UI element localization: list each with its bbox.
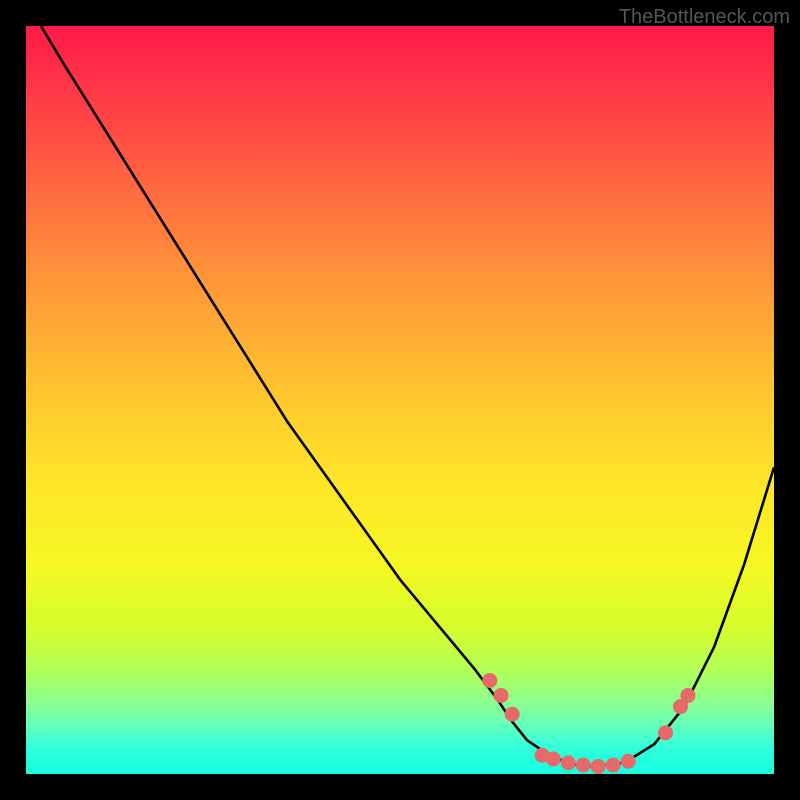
scatter-point	[680, 688, 695, 703]
scatter-point	[606, 758, 621, 773]
scatter-point	[576, 758, 591, 773]
scatter-point	[621, 754, 636, 769]
scatter-point	[591, 759, 606, 774]
scatter-point	[493, 688, 508, 703]
plot-area	[26, 26, 774, 774]
scatter-point	[505, 707, 520, 722]
scatter-point	[546, 752, 561, 767]
scatter-point	[482, 673, 497, 688]
scatter-point	[658, 725, 673, 740]
watermark-text: TheBottleneck.com	[619, 6, 790, 29]
scatter-point	[561, 755, 576, 770]
chart-svg	[26, 26, 774, 774]
bottleneck-curve	[41, 26, 774, 767]
